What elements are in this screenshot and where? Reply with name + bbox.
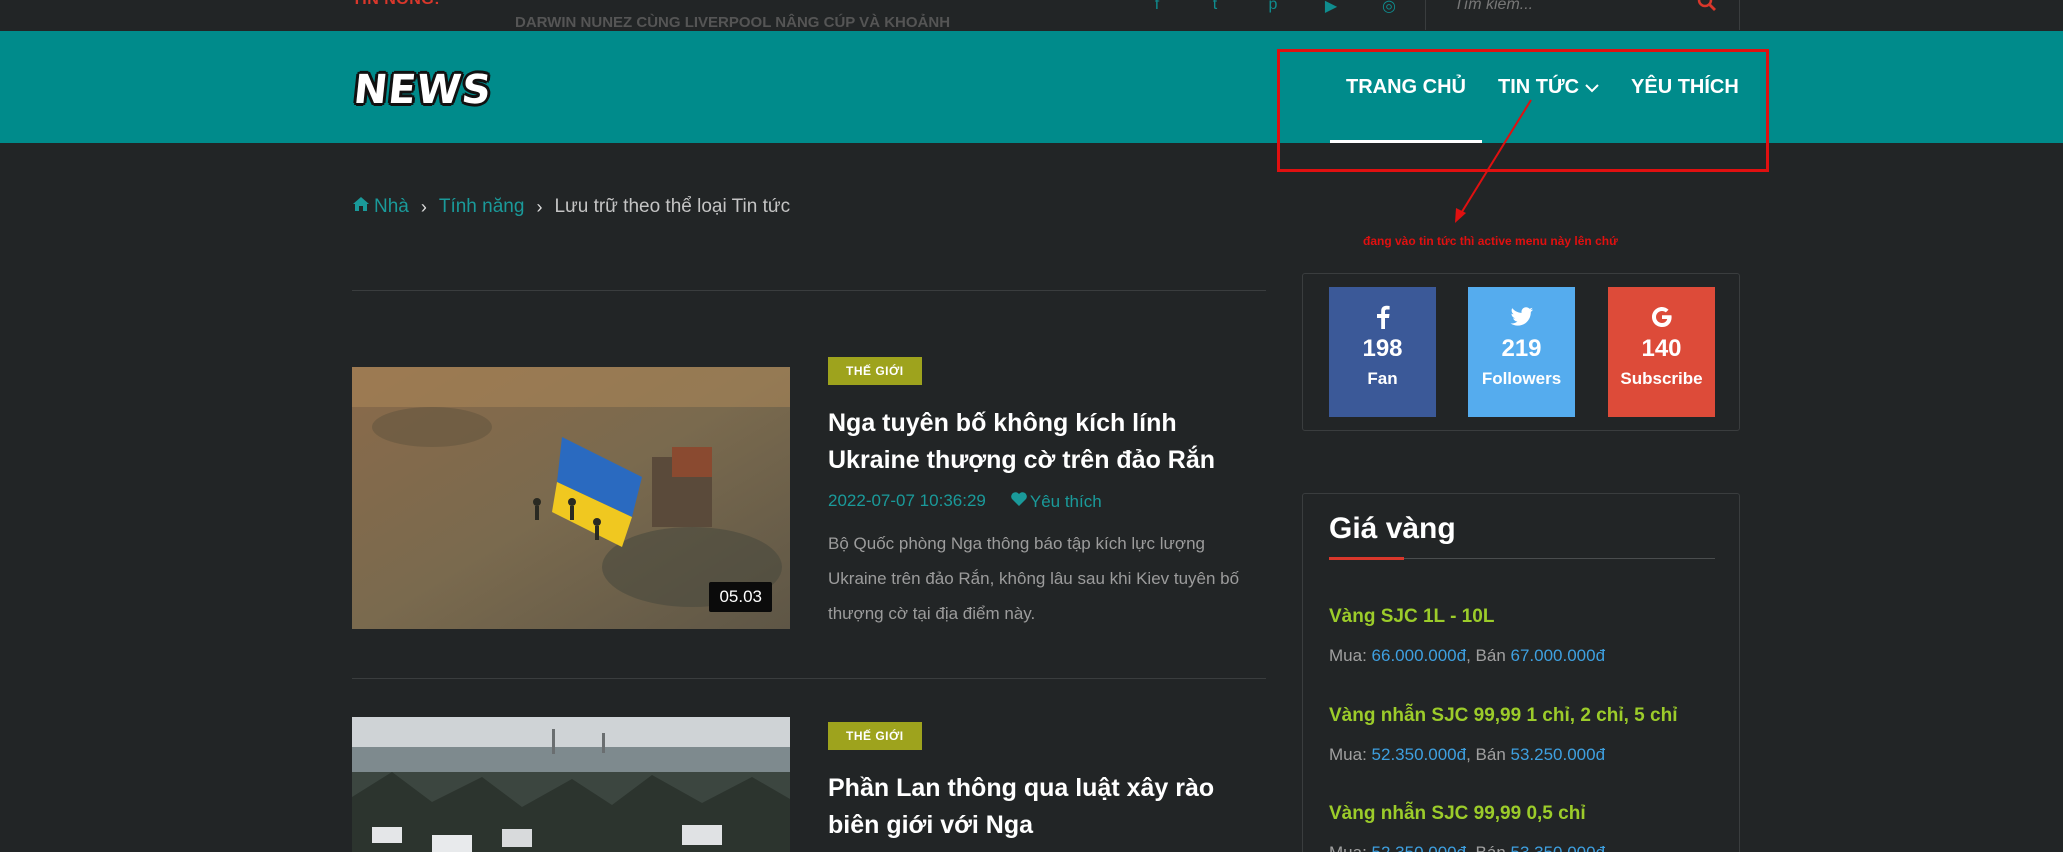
gold-item: Vàng nhẫn SJC 99,99 0,5 chỉ Mua: 52.350.…: [1329, 803, 1605, 852]
video-duration: 05.03: [709, 582, 772, 612]
annotation-text: đang vào tin tức thì active menu này lên…: [1363, 234, 1618, 248]
sell-price: 67.000.000đ: [1510, 646, 1606, 665]
search-box: [1425, 0, 1740, 30]
gold-name: Vàng SJC 1L - 10L: [1329, 606, 1495, 627]
hot-news-label: TIN NÓNG:: [352, 0, 440, 9]
article-title[interactable]: Phần Lan thông qua luật xây rào biên giớ…: [828, 770, 1268, 844]
buy-label: Mua:: [1329, 843, 1372, 852]
home-icon[interactable]: [352, 196, 370, 218]
google-icon: [1608, 303, 1715, 331]
breadcrumb: Nhà › Tính năng › Lưu trữ theo thể loại …: [352, 196, 790, 218]
social-label: Followers: [1481, 369, 1562, 388]
social-facebook[interactable]: 198 Fan: [1329, 287, 1436, 417]
sell-label: , Bán: [1466, 843, 1510, 852]
social-twitter[interactable]: 219 Followers: [1468, 287, 1575, 417]
chevron-right-icon: ›: [536, 196, 543, 217]
divider: [352, 290, 1266, 291]
buy-label: Mua:: [1329, 646, 1372, 665]
gold-item: Vàng nhẫn SJC 99,99 1 chỉ, 2 chỉ, 5 chỉ …: [1329, 705, 1677, 765]
sell-price: 53.250.000đ: [1510, 745, 1606, 764]
buy-price: 66.000.000đ: [1371, 646, 1467, 665]
facebook-icon[interactable]: f: [1148, 0, 1166, 16]
search-icon[interactable]: [1697, 0, 1717, 17]
logo-text: NEWS: [351, 67, 495, 113]
favorite-button[interactable]: Yêu thích: [1010, 491, 1102, 512]
gold-price: Mua: 52.350.000đ, Bán 53.250.000đ: [1329, 745, 1677, 765]
breadcrumb-current: Lưu trữ theo thể loại Tin tức: [554, 196, 791, 217]
top-bar: TIN NÓNG: DARWIN NUNEZ CÙNG LIVERPOOL NÂ…: [0, 0, 2063, 31]
youtube-icon[interactable]: ▶: [1322, 0, 1340, 16]
divider: [352, 678, 1266, 679]
favorite-label: Yêu thích: [1029, 491, 1102, 511]
heart-icon: [1010, 491, 1028, 512]
gold-name: Vàng nhẫn SJC 99,99 1 chỉ, 2 chỉ, 5 chỉ: [1329, 705, 1678, 726]
news-ticker[interactable]: DARWIN NUNEZ CÙNG LIVERPOOL NÂNG CÚP VÀ …: [515, 14, 950, 31]
gold-price-widget: Giá vàng Vàng SJC 1L - 10L Mua: 66.000.0…: [1302, 493, 1740, 852]
article-title[interactable]: Nga tuyên bố không kích lính Ukraine thư…: [828, 405, 1268, 479]
social-count: 198: [1362, 335, 1403, 362]
site-logo[interactable]: NEWS: [352, 67, 495, 115]
annotation-box: [1277, 49, 1769, 172]
title-underline: [1329, 557, 1404, 560]
article-date: 2022-07-07 10:36:29: [828, 491, 986, 510]
breadcrumb-section[interactable]: Tính năng: [439, 196, 525, 218]
pinterest-icon[interactable]: p: [1264, 0, 1282, 16]
social-count: 219: [1501, 335, 1542, 362]
search-input[interactable]: [1454, 0, 1684, 14]
breadcrumb-home[interactable]: Nhà: [374, 196, 409, 218]
article-excerpt: Bộ Quốc phòng Nga thông báo tập kích lực…: [828, 534, 1240, 623]
buy-price: 52.350.000đ: [1372, 843, 1467, 852]
category-badge[interactable]: THẾ GIỚI: [828, 357, 922, 385]
social-google[interactable]: 140 Subscribe: [1608, 287, 1715, 417]
sell-label: , Bán: [1466, 745, 1511, 764]
article-thumbnail[interactable]: 05.03: [352, 367, 790, 629]
chevron-right-icon: ›: [420, 196, 427, 217]
twitter-icon[interactable]: t: [1206, 0, 1224, 16]
twitter-icon: [1468, 303, 1575, 331]
article-thumbnail[interactable]: [352, 717, 790, 852]
social-count: 140: [1641, 335, 1682, 362]
gold-name: Vàng nhẫn SJC 99,99 0,5 chỉ: [1329, 803, 1586, 824]
buy-label: Mua:: [1329, 745, 1372, 764]
category-badge[interactable]: THẾ GIỚI: [828, 722, 922, 750]
instagram-icon[interactable]: ◎: [1380, 0, 1398, 16]
article-meta: 2022-07-07 10:36:29 Yêu thích: [828, 491, 1102, 512]
facebook-icon: [1329, 303, 1436, 331]
social-links: f t p ▶ ◎: [1148, 0, 1398, 16]
social-label: Subscribe: [1620, 369, 1703, 388]
buy-price: 52.350.000đ: [1371, 745, 1467, 764]
gold-item: Vàng SJC 1L - 10L Mua: 66.000.000đ, Bán …: [1329, 606, 1605, 666]
gold-price: Mua: 52.350.000đ, Bán 53.350.000đ: [1329, 843, 1605, 852]
sell-label: , Bán: [1466, 646, 1511, 665]
sell-price: 53.350.000đ: [1511, 843, 1606, 852]
social-label: Fan: [1367, 369, 1398, 388]
gold-price: Mua: 66.000.000đ, Bán 67.000.000đ: [1329, 646, 1605, 666]
widget-title: Giá vàng: [1329, 512, 1456, 545]
social-counter-widget: 198 Fan 219 Followers 140 Subscribe: [1302, 273, 1740, 431]
